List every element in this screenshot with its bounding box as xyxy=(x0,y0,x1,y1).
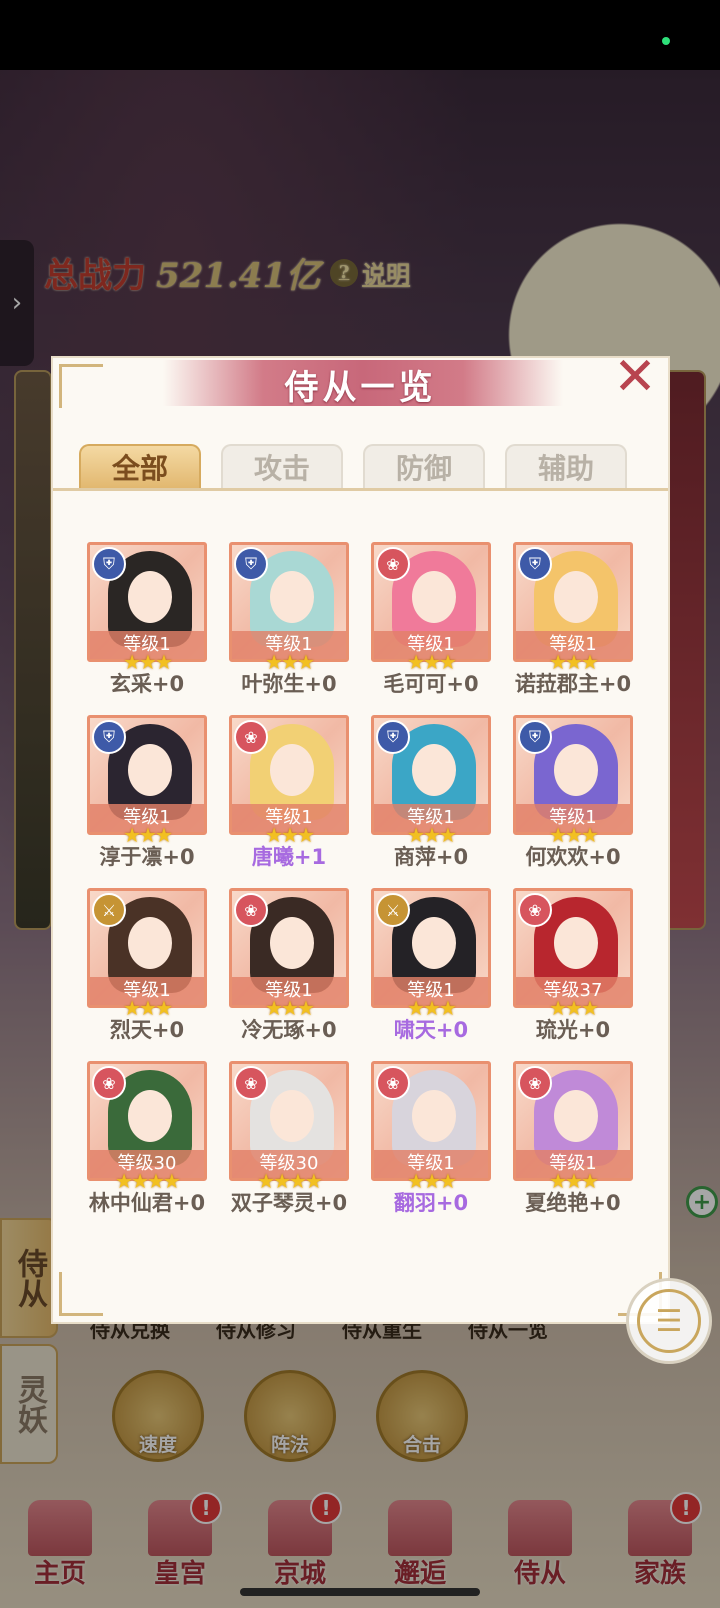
lotus-icon: ❀ xyxy=(518,1066,552,1100)
portrait-face xyxy=(554,917,598,969)
attendant-card[interactable]: ⛨ 等级1 ★★★ 商萍+0 xyxy=(371,715,491,869)
shield-icon: ⛨ xyxy=(376,720,410,754)
attendant-name: 毛可可+0 xyxy=(383,672,479,696)
lotus-icon: ❀ xyxy=(234,893,268,927)
lotus-icon: ❀ xyxy=(234,720,268,754)
attendant-portrait: ❀ 等级30 xyxy=(87,1061,207,1181)
attendant-card[interactable]: ❀ 等级1 ★★★ 冷无琢+0 xyxy=(229,888,349,1042)
close-icon[interactable]: ✕ xyxy=(612,351,658,403)
lotus-icon: ❀ xyxy=(518,893,552,927)
attendant-card[interactable]: ⛨ 等级1 ★★★ 淳于凛+0 xyxy=(87,715,207,869)
attendant-portrait: ⚔ 等级1 xyxy=(87,888,207,1008)
attendant-portrait: ⛨ 等级1 xyxy=(513,542,633,662)
attendant-portrait: ⛨ 等级1 xyxy=(229,542,349,662)
sword-icon: ⚔ xyxy=(376,893,410,927)
attendant-card[interactable]: ❀ 等级1 ★★★ 唐曦+1 xyxy=(229,715,349,869)
attendant-portrait: ❀ 等级1 xyxy=(229,888,349,1008)
attendant-card[interactable]: ⛨ 等级1 ★★★ 何欢欢+0 xyxy=(513,715,633,869)
attendant-card[interactable]: ⛨ 等级1 ★★★ 叶弥生+0 xyxy=(229,542,349,696)
tab-attack[interactable]: 攻击 xyxy=(221,444,343,488)
attendant-card[interactable]: ❀ 等级37 ★★★ 琉光+0 xyxy=(513,888,633,1042)
attendant-portrait: ⛨ 等级1 xyxy=(87,715,207,835)
attendant-portrait: ❀ 等级30 xyxy=(229,1061,349,1181)
lotus-icon: ❀ xyxy=(376,1066,410,1100)
attendant-portrait: ⛨ 等级1 xyxy=(371,715,491,835)
attendant-name: 琉光+0 xyxy=(535,1018,611,1042)
dialog-title: 侍从一览 xyxy=(284,368,437,408)
sword-icon: ⚔ xyxy=(92,893,126,927)
attendant-name: 叶弥生+0 xyxy=(241,672,337,696)
attendant-portrait: ❀ 等级37 xyxy=(513,888,633,1008)
lotus-icon: ❀ xyxy=(376,547,410,581)
attendant-name: 冷无琢+0 xyxy=(241,1018,337,1042)
attendant-portrait: ❀ 等级1 xyxy=(229,715,349,835)
attendant-grid: ⛨ 等级1 ★★★ 玄采+0 ⛨ 等级1 ★★★ 叶弥生+0 ❀ 等级1 ★★★ 毛可可+0 ⛨ 等级1 ★… xyxy=(87,542,633,1226)
status-indicator-dot xyxy=(662,37,670,45)
attendant-grid-viewport[interactable]: ⛨ 等级1 ★★★ 玄采+0 ⛨ 等级1 ★★★ 叶弥生+0 ❀ 等级1 ★★★ 毛可可+0 ⛨ 等级1 ★… xyxy=(53,534,668,1226)
attendant-portrait: ⚔ 等级1 xyxy=(371,888,491,1008)
attendant-name: 诺菈郡主+0 xyxy=(514,672,632,696)
attendant-card[interactable]: ❀ 等级1 ★★★ 夏绝艳+0 xyxy=(513,1061,633,1215)
portrait-face xyxy=(554,571,598,623)
attendant-card[interactable]: ❀ 等级1 ★★★ 毛可可+0 xyxy=(371,542,491,696)
lotus-icon: ❀ xyxy=(234,1066,268,1100)
attendant-name: 商萍+0 xyxy=(393,845,469,869)
status-bar xyxy=(0,0,720,70)
menu-button[interactable]: ☰ xyxy=(626,1278,712,1364)
shield-icon: ⛨ xyxy=(92,547,126,581)
attendant-name: 何欢欢+0 xyxy=(525,845,621,869)
portrait-face xyxy=(554,1090,598,1142)
attendant-card[interactable]: ❀ 等级30 ★★★★ 林中仙君+0 xyxy=(87,1061,207,1215)
attendant-name: 啸天+0 xyxy=(393,1018,469,1042)
filter-tabs: 全部 攻击 防御 辅助 xyxy=(79,444,627,488)
shield-icon: ⛨ xyxy=(234,547,268,581)
tab-all[interactable]: 全部 xyxy=(79,444,201,488)
attendant-portrait: ❀ 等级1 xyxy=(513,1061,633,1181)
attendant-name: 淳于凛+0 xyxy=(99,845,195,869)
portrait-face xyxy=(270,571,314,623)
portrait-face xyxy=(412,1090,456,1142)
portrait-face xyxy=(270,917,314,969)
tab-underline xyxy=(53,488,668,491)
attendant-portrait: ❀ 等级1 xyxy=(371,542,491,662)
home-indicator[interactable] xyxy=(240,1588,480,1596)
dialog-title-bar: 侍从一览 ✕ xyxy=(53,351,668,408)
tab-defense[interactable]: 防御 xyxy=(363,444,485,488)
attendant-name: 烈天+0 xyxy=(109,1018,185,1042)
attendant-card[interactable]: ⚔ 等级1 ★★★ 啸天+0 xyxy=(371,888,491,1042)
tab-support[interactable]: 辅助 xyxy=(505,444,627,488)
attendant-portrait: ❀ 等级1 xyxy=(371,1061,491,1181)
attendant-name: 唐曦+1 xyxy=(251,845,327,869)
portrait-face xyxy=(412,744,456,796)
attendant-card[interactable]: ⛨ 等级1 ★★★ 诺菈郡主+0 xyxy=(513,542,633,696)
lotus-icon: ❀ xyxy=(92,1066,126,1100)
portrait-face xyxy=(554,744,598,796)
portrait-face xyxy=(128,571,172,623)
attendant-portrait: ⛨ 等级1 xyxy=(87,542,207,662)
corner-ornament xyxy=(59,1272,103,1316)
portrait-face xyxy=(128,744,172,796)
attendant-overview-dialog: 侍从一览 ✕ 全部 攻击 防御 辅助 ⛨ 等级1 ★★★ 玄采+0 ⛨ 等级1 ★★★ 叶弥生… xyxy=(51,351,670,1324)
portrait-face xyxy=(412,571,456,623)
portrait-face xyxy=(270,1090,314,1142)
attendant-name: 翻羽+0 xyxy=(393,1191,469,1215)
attendant-card[interactable]: ❀ 等级1 ★★★ 翻羽+0 xyxy=(371,1061,491,1215)
attendant-portrait: ⛨ 等级1 xyxy=(513,715,633,835)
portrait-face xyxy=(128,917,172,969)
shield-icon: ⛨ xyxy=(518,720,552,754)
shield-icon: ⛨ xyxy=(518,547,552,581)
shield-icon: ⛨ xyxy=(92,720,126,754)
attendant-name: 双子琴灵+0 xyxy=(230,1191,348,1215)
menu-icon: ☰ xyxy=(637,1289,701,1353)
attendant-card[interactable]: ⚔ 等级1 ★★★ 烈天+0 xyxy=(87,888,207,1042)
attendant-name: 玄采+0 xyxy=(109,672,185,696)
portrait-face xyxy=(128,1090,172,1142)
attendant-name: 夏绝艳+0 xyxy=(525,1191,621,1215)
attendant-card[interactable]: ❀ 等级30 ★★★★ 双子琴灵+0 xyxy=(229,1061,349,1215)
attendant-card[interactable]: ⛨ 等级1 ★★★ 玄采+0 xyxy=(87,542,207,696)
portrait-face xyxy=(270,744,314,796)
attendant-name: 林中仙君+0 xyxy=(88,1191,206,1215)
portrait-face xyxy=(412,917,456,969)
